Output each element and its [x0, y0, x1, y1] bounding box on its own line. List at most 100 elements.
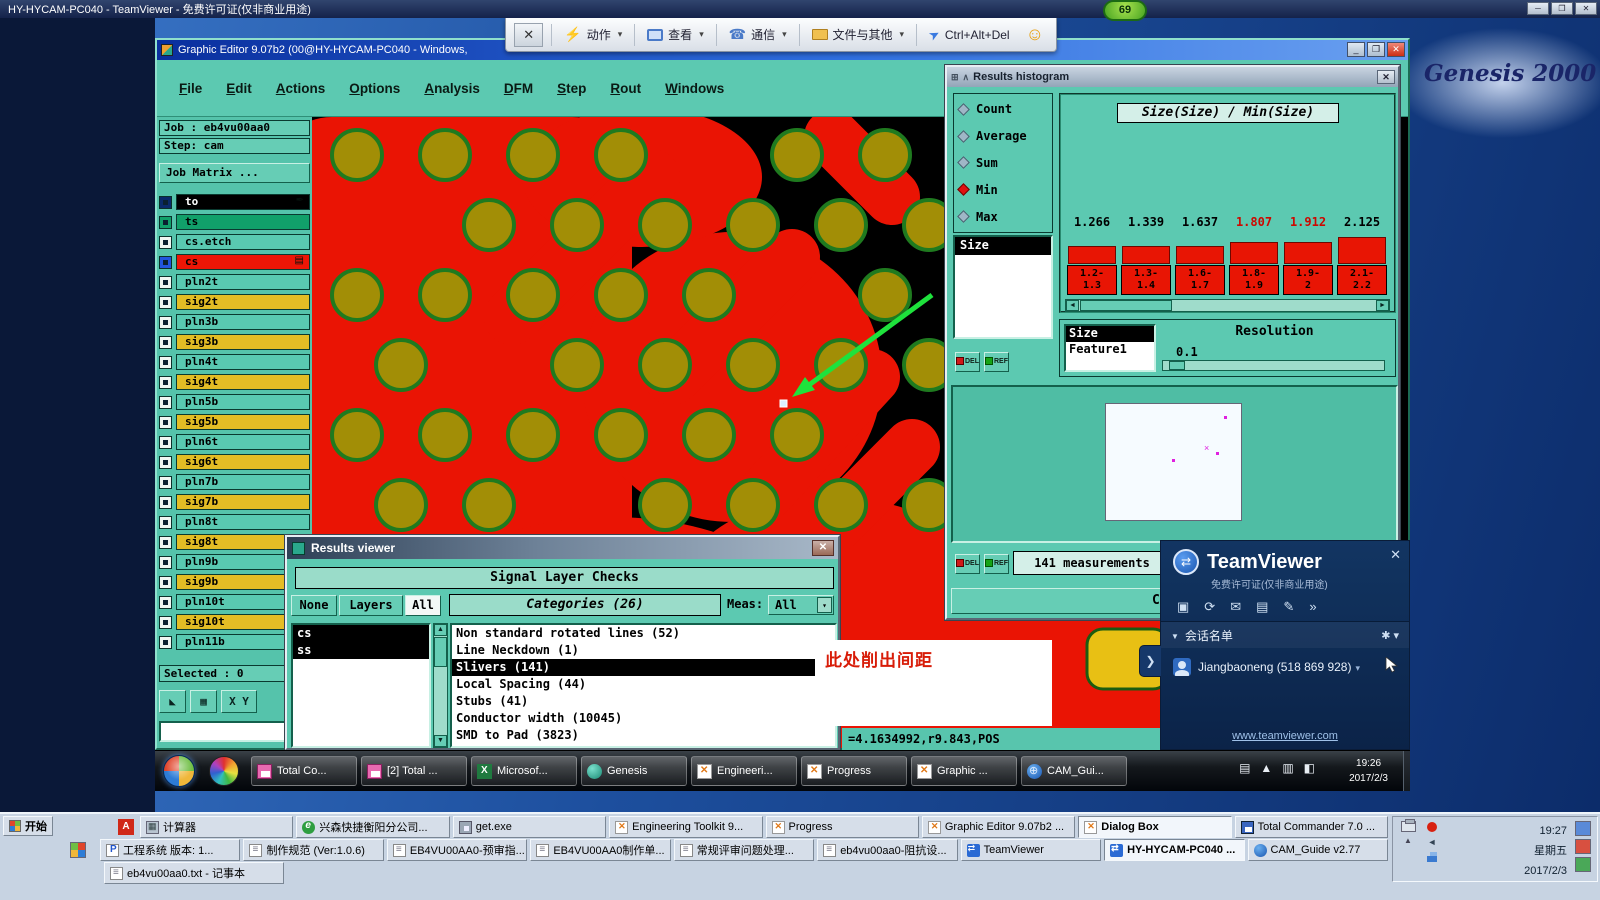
layer-visibility-checkbox[interactable] [159, 635, 172, 649]
layer-name[interactable]: cs [176, 254, 310, 270]
feedback-smiley[interactable] [1022, 21, 1048, 48]
close-button[interactable] [1387, 42, 1405, 57]
layer-visibility-checkbox[interactable] [159, 375, 172, 389]
menu-item[interactable]: Rout [610, 81, 641, 96]
category-row[interactable]: Line Neckdown (1) [452, 642, 835, 659]
layer-visibility-checkbox[interactable] [159, 355, 172, 369]
layer-row[interactable]: sig7b [159, 492, 310, 512]
menu-item[interactable]: Edit [226, 81, 252, 96]
close-button-partial[interactable]: C [1152, 593, 1160, 608]
feature-item-size[interactable]: Size [1066, 326, 1154, 342]
close-icon[interactable] [1377, 70, 1395, 84]
layer-visibility-checkbox[interactable] [159, 595, 172, 609]
taskbar-button[interactable]: Graphic Editor 9.07b2 ... [921, 816, 1076, 838]
layer-name[interactable]: sig7b [176, 494, 310, 510]
layer-row[interactable]: pln5b [159, 392, 310, 412]
layer-row[interactable]: pln4t [159, 352, 310, 372]
printer-icon[interactable]: ▤ [1239, 761, 1250, 775]
stat-option[interactable]: Max [954, 210, 1052, 224]
layer-name[interactable]: pln2t [176, 274, 310, 290]
connection-badge[interactable]: 69 [1103, 0, 1147, 21]
tray-expand-icon[interactable]: ▲ [1260, 761, 1272, 775]
layer-visibility-checkbox[interactable] [159, 515, 172, 529]
layers-button[interactable]: Layers [339, 595, 403, 616]
viewer-layer-list[interactable]: cs ss [291, 623, 431, 748]
host-titlebar[interactable]: HY-HYCAM-PC040 - TeamViewer - 免费许可证(仅非商业… [0, 0, 1600, 18]
session-list-header[interactable]: 会话名单 [1161, 622, 1409, 648]
layer-visibility-checkbox[interactable] [159, 475, 172, 489]
job-matrix-button[interactable]: Job Matrix ... [159, 163, 310, 183]
adobe-quicklaunch-icon[interactable]: A [118, 819, 134, 835]
grid-icon[interactable]: ▤ [1256, 599, 1268, 615]
stat-option[interactable]: Min [954, 183, 1052, 197]
layer-row[interactable]: pln7b [159, 472, 310, 492]
refresh-button[interactable]: REF [984, 352, 1009, 372]
taskbar-button[interactable]: Engineeri... [691, 756, 797, 786]
stat-option[interactable]: Sum [954, 156, 1052, 170]
teamviewer-link[interactable]: www.teamviewer.com [1161, 730, 1409, 742]
window-menu-icon[interactable]: ⊞ [951, 72, 959, 83]
taskbar-button[interactable]: 工程系统 版本: 1... [100, 839, 241, 861]
measure-list[interactable]: Size [953, 235, 1053, 339]
layer-row[interactable]: pln6t [159, 432, 310, 452]
menu-item[interactable]: Actions [276, 81, 326, 96]
viewer-layer-row[interactable]: cs [293, 625, 429, 642]
layer-name[interactable]: sig3b [176, 334, 310, 350]
layer-row[interactable]: pln8t [159, 512, 310, 532]
layer-row[interactable]: sig6t [159, 452, 310, 472]
taskbar-button[interactable]: TeamViewer [960, 839, 1102, 861]
taskbar-button[interactable]: Engineering Toolkit 9... [609, 816, 763, 838]
scroll-thumb[interactable] [1080, 300, 1172, 311]
volume-icon[interactable] [1428, 836, 1437, 848]
layer-row[interactable]: sig3b [159, 332, 310, 352]
layer-visibility-checkbox[interactable] [159, 275, 172, 289]
menu-item[interactable]: Analysis [424, 81, 480, 96]
taskbar-button[interactable]: Dialog Box [1078, 816, 1232, 838]
layer-name[interactable]: sig2t [176, 294, 310, 310]
taskbar-button[interactable]: HY-HYCAM-PC040 ... [1104, 839, 1245, 861]
taskbar-button[interactable]: eb4vu00aa0-阻抗设... [817, 839, 958, 861]
close-icon[interactable] [1390, 547, 1401, 563]
layer-visibility-checkbox[interactable] [159, 415, 172, 429]
measurement-minimap[interactable]: × [951, 385, 1398, 543]
measure-item-size[interactable]: Size [955, 237, 1051, 255]
taskbar-button[interactable]: 兴森快捷衡阳分公司... [296, 816, 450, 838]
feature-list[interactable]: Size Feature1 [1064, 324, 1156, 372]
taskbar-button[interactable]: [2] Total ... [361, 756, 467, 786]
layer-visibility-checkbox[interactable] [159, 335, 172, 349]
menu-item[interactable]: Step [557, 81, 586, 96]
layer-row[interactable]: sig5b [159, 412, 310, 432]
menu-item[interactable]: Options [349, 81, 400, 96]
toolbar-item-files[interactable]: 文件与其他 [808, 23, 909, 46]
taskbar-button[interactable]: Progress [801, 756, 907, 786]
layer-visibility-checkbox[interactable] [159, 215, 172, 229]
meas-dropdown[interactable]: All [768, 595, 834, 615]
layer-name[interactable]: to [176, 194, 310, 210]
histogram-titlebar[interactable]: ⊞ ∧ Results histogram [947, 67, 1398, 87]
minimize-button[interactable] [1347, 42, 1365, 57]
category-row[interactable]: Conductor width (10045) [452, 710, 835, 727]
layer-visibility-checkbox[interactable] [159, 455, 172, 469]
toolbar-item-ctrl-alt-del[interactable]: Ctrl+Alt+Del [925, 24, 1014, 46]
delete-button[interactable]: DEL [955, 352, 980, 372]
tray-expand-icon[interactable] [1404, 835, 1412, 846]
refresh-icon[interactable]: ⟳ [1204, 599, 1215, 615]
stat-option[interactable]: Count [954, 102, 1052, 116]
tray-app-icon[interactable] [1575, 839, 1591, 854]
viewer-layer-row[interactable]: ss [293, 642, 429, 659]
layer-visibility-checkbox[interactable] [159, 535, 172, 549]
edit-icon[interactable]: ✎ [1283, 599, 1294, 615]
chevron-down-icon[interactable] [817, 597, 832, 613]
remote-clock[interactable]: 19:26 2017/2/3 [1349, 756, 1388, 786]
category-row[interactable]: Local Spacing (44) [452, 676, 835, 693]
status-dot-icon[interactable] [1427, 822, 1437, 832]
category-list[interactable]: Non standard rotated lines (52) Line Neck… [450, 623, 837, 748]
grid-tool-button[interactable] [190, 690, 217, 713]
layer-name[interactable]: pln8t [176, 514, 310, 530]
category-row[interactable]: Stubs (41) [452, 693, 835, 710]
maximize-button[interactable] [1551, 2, 1573, 15]
taskbar-button[interactable]: Graphic ... [911, 756, 1017, 786]
printer-icon[interactable] [1400, 819, 1416, 832]
layer-name[interactable]: pln5b [176, 394, 310, 410]
scroll-down-icon[interactable]: ▼ [434, 735, 447, 747]
